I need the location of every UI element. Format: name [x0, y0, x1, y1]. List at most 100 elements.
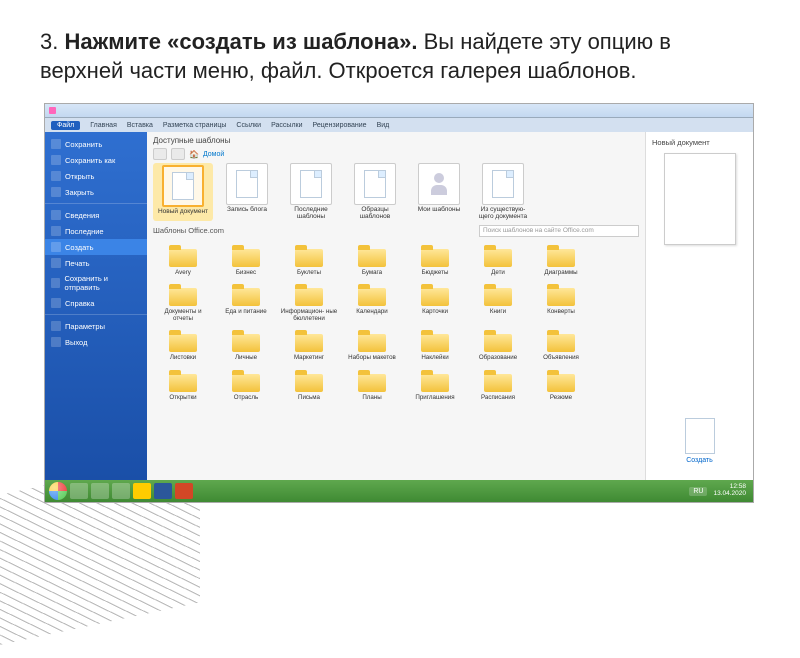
template-folder[interactable]: Конверты	[531, 279, 591, 322]
tab-layout[interactable]: Разметка страницы	[163, 122, 227, 129]
nav-back-button[interactable]	[153, 148, 167, 160]
template-folder[interactable]: Наборы макетов	[342, 325, 402, 362]
sidebar-item-9[interactable]: Справка	[45, 295, 147, 311]
taskbar-explorer-icon[interactable]	[70, 483, 88, 499]
folder-label: Объявления	[543, 355, 579, 362]
sidebar-icon	[51, 171, 61, 181]
template-item[interactable]: Последние шаблоны	[281, 163, 341, 221]
folder-label: Планы	[362, 395, 381, 402]
template-folder[interactable]: Документы и отчеты	[153, 279, 213, 322]
template-folder[interactable]: Открытки	[153, 365, 213, 402]
doc-icon	[300, 170, 322, 198]
template-folder[interactable]: Отрасль	[216, 365, 276, 402]
template-folder[interactable]: Приглашения	[405, 365, 465, 402]
taskbar-app-icon[interactable]	[91, 483, 109, 499]
taskbar-app-icon[interactable]	[112, 483, 130, 499]
sidebar-item-11[interactable]: Выход	[45, 334, 147, 350]
home-link[interactable]: Домой	[203, 151, 224, 158]
folder-icon	[169, 249, 197, 267]
sidebar-icon	[51, 139, 61, 149]
template-folder[interactable]: Календари	[342, 279, 402, 322]
sidebar-item-1[interactable]: Сохранить как	[45, 152, 147, 168]
sidebar-item-label: Сохранить	[65, 140, 102, 149]
tab-home[interactable]: Главная	[90, 122, 117, 129]
tab-file[interactable]: Файл	[51, 121, 80, 130]
language-indicator[interactable]: RU	[689, 487, 707, 496]
sidebar-item-5[interactable]: Последние	[45, 223, 147, 239]
template-folder[interactable]: Расписания	[468, 365, 528, 402]
template-item[interactable]: Мои шаблоны	[409, 163, 469, 221]
sidebar-item-10[interactable]: Параметры	[45, 318, 147, 334]
template-folder[interactable]: Еда и питание	[216, 279, 276, 322]
search-templates-input[interactable]: Поиск шаблонов на сайте Office.com	[479, 225, 639, 237]
template-label: Последние шаблоны	[282, 207, 340, 221]
sidebar-icon	[51, 226, 61, 236]
template-folder[interactable]: Карточки	[405, 279, 465, 322]
tab-view[interactable]: Вид	[377, 122, 390, 129]
sidebar-item-label: Печать	[65, 259, 90, 268]
template-folder[interactable]: Буклеты	[279, 240, 339, 277]
instruction-text: 3. Нажмите «создать из шаблона». Вы найд…	[0, 0, 800, 93]
backstage-sidebar: Сохранить Сохранить какОткрыть Закрыть Свед…	[45, 132, 147, 480]
folder-label: Образование	[479, 355, 517, 362]
tab-insert[interactable]: Вставка	[127, 122, 153, 129]
sidebar-item-6[interactable]: Создать	[45, 239, 147, 255]
template-folder[interactable]: Образование	[468, 325, 528, 362]
doc-icon	[172, 172, 194, 200]
template-folder[interactable]: Бюджеты	[405, 240, 465, 277]
template-item[interactable]: Новый документ	[153, 163, 213, 221]
template-folder[interactable]: Маркетинг	[279, 325, 339, 362]
template-item[interactable]: Из существую- щего документа	[473, 163, 533, 221]
template-folder[interactable]: Объявления	[531, 325, 591, 362]
tab-refs[interactable]: Ссылки	[236, 122, 261, 129]
clock[interactable]: 12:58 13.04.2020	[710, 484, 749, 498]
folder-label: Бизнес	[236, 270, 256, 277]
folder-icon	[484, 374, 512, 392]
template-item[interactable]: Запись блога	[217, 163, 277, 221]
template-folder[interactable]: Диаграммы	[531, 240, 591, 277]
folder-icon	[232, 374, 260, 392]
template-folder[interactable]: Информацион- ные бюллетени	[279, 279, 339, 322]
nav-forward-button[interactable]	[171, 148, 185, 160]
template-folder[interactable]: Планы	[342, 365, 402, 402]
ribbon-tabs: Файл Главная Вставка Разметка страницы С…	[45, 118, 753, 132]
sidebar-item-4[interactable]: Сведения	[45, 207, 147, 223]
template-folder[interactable]: Дети	[468, 240, 528, 277]
folder-icon	[169, 288, 197, 306]
sidebar-item-8[interactable]: Сохранить и отправить	[45, 271, 147, 295]
template-folder[interactable]: Письма	[279, 365, 339, 402]
taskbar-powerpoint-icon[interactable]	[175, 483, 193, 499]
template-folder[interactable]: Бизнес	[216, 240, 276, 277]
template-folder[interactable]: Резюме	[531, 365, 591, 402]
sidebar-item-2[interactable]: Открыть	[45, 168, 147, 184]
template-folder[interactable]: Листовки	[153, 325, 213, 362]
folder-icon	[547, 334, 575, 352]
template-folder[interactable]: Книги	[468, 279, 528, 322]
template-label: Из существую- щего документа	[474, 207, 532, 221]
taskbar-yandex-icon[interactable]	[133, 483, 151, 499]
tab-mailings[interactable]: Рассылки	[271, 122, 302, 129]
folder-label: Еда и питание	[225, 309, 266, 316]
sidebar-item-label: Закрыть	[65, 188, 94, 197]
start-button[interactable]	[49, 482, 67, 500]
windows-taskbar: RU 12:58 13.04.2020	[45, 480, 753, 502]
sidebar-item-3[interactable]: Закрыть	[45, 184, 147, 200]
document-icon	[685, 418, 715, 454]
template-folder[interactable]: Бумага	[342, 240, 402, 277]
sidebar-item-0[interactable]: Сохранить	[45, 136, 147, 152]
create-button[interactable]: Создать	[685, 418, 715, 464]
folder-icon	[358, 374, 386, 392]
template-folder[interactable]: Avery	[153, 240, 213, 277]
template-item[interactable]: Образцы шаблонов	[345, 163, 405, 221]
folder-label: Открытки	[169, 395, 196, 402]
template-folder[interactable]: Личные	[216, 325, 276, 362]
tab-review[interactable]: Рецензирование	[313, 122, 367, 129]
template-thumb	[226, 163, 268, 205]
sidebar-icon	[51, 321, 61, 331]
folder-icon	[232, 249, 260, 267]
template-folder[interactable]: Наклейки	[405, 325, 465, 362]
folder-icon	[169, 374, 197, 392]
sidebar-item-7[interactable]: Печать	[45, 255, 147, 271]
taskbar-word-icon[interactable]	[154, 483, 172, 499]
folder-icon	[232, 288, 260, 306]
